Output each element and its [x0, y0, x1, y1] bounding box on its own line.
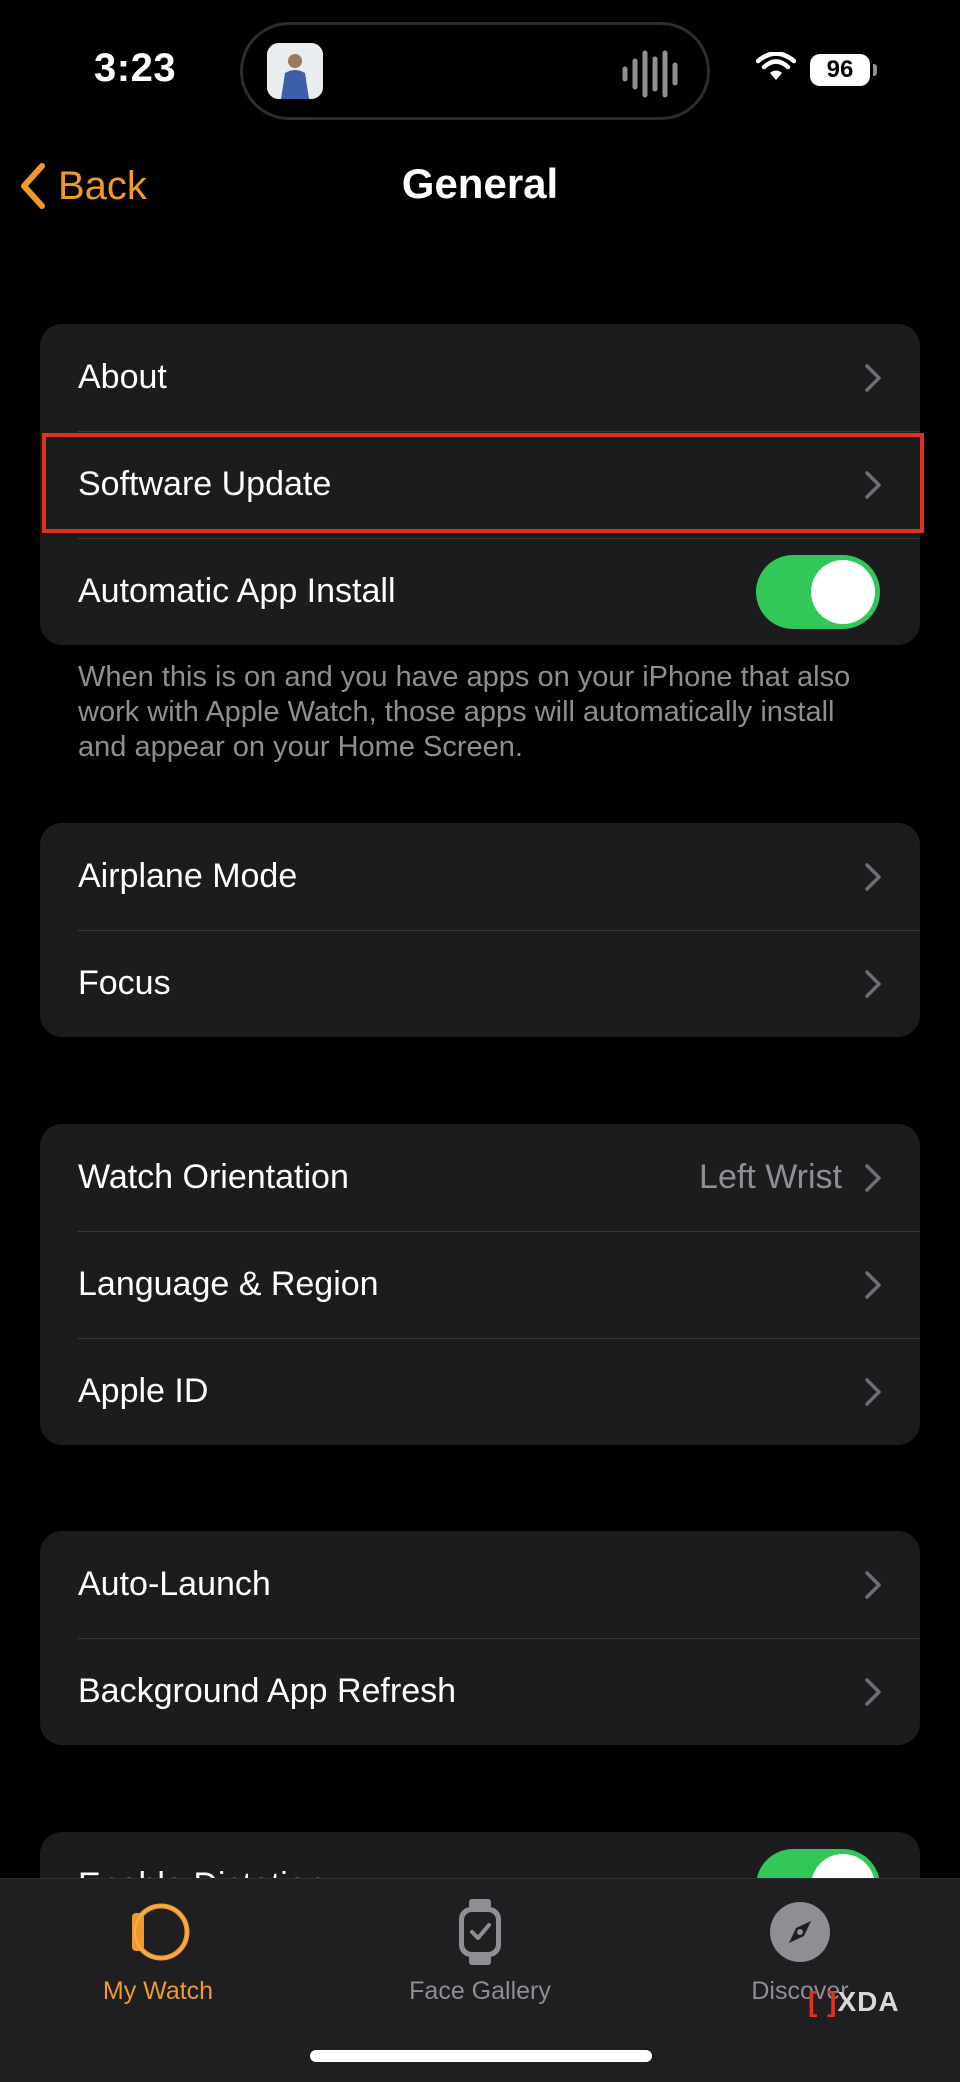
- tab-label: My Watch: [102, 1977, 214, 2005]
- row-watch-orientation[interactable]: Watch Orientation Left Wrist: [40, 1124, 920, 1231]
- tab-my-watch[interactable]: My Watch: [28, 1897, 288, 2006]
- automatic-app-install-toggle[interactable]: [756, 554, 880, 629]
- settings-group-apps: Auto-Launch Background App Refresh: [40, 1531, 920, 1745]
- row-airplane-mode[interactable]: Airplane Mode: [40, 823, 920, 930]
- row-label: Automatic App Install: [78, 572, 396, 610]
- row-label: Watch Orientation: [78, 1158, 349, 1196]
- now-playing-artwork: [267, 43, 323, 99]
- dynamic-island[interactable]: [240, 22, 710, 120]
- automatic-app-install-footnote: When this is on and you have apps on you…: [78, 661, 851, 763]
- row-about[interactable]: About: [40, 324, 920, 431]
- row-label: Software Update: [78, 465, 332, 503]
- status-icons: 96: [755, 51, 877, 87]
- row-label: Apple ID: [78, 1372, 209, 1410]
- row-automatic-app-install: Automatic App Install: [40, 538, 920, 645]
- row-label: Airplane Mode: [78, 857, 298, 895]
- chevron-right-icon: [865, 363, 881, 392]
- chevron-right-icon: [865, 1163, 881, 1192]
- settings-group-general: About Software Update Automatic App Inst…: [40, 324, 920, 645]
- row-label: Language & Region: [78, 1265, 379, 1303]
- row-label: Auto-Launch: [78, 1565, 271, 1603]
- row-auto-launch[interactable]: Auto-Launch: [40, 1531, 920, 1638]
- wifi-icon: [755, 51, 797, 87]
- xda-watermark: [ ]XDA: [808, 1986, 900, 2018]
- compass-icon: [770, 1902, 830, 1962]
- chevron-right-icon: [865, 1270, 881, 1299]
- battery-icon: 96: [810, 53, 877, 86]
- row-background-app-refresh[interactable]: Background App Refresh: [40, 1638, 920, 1745]
- chevron-right-icon: [865, 1570, 881, 1599]
- row-label: About: [78, 358, 167, 396]
- chevron-right-icon: [865, 862, 881, 891]
- row-label: Focus: [78, 964, 171, 1002]
- watch-face-icon: [459, 1899, 501, 1965]
- chevron-right-icon: [865, 470, 881, 499]
- watch-ring-icon: [132, 1903, 190, 1961]
- row-focus[interactable]: Focus: [40, 930, 920, 1037]
- audio-waveform-icon: [621, 49, 681, 104]
- row-software-update[interactable]: Software Update: [40, 431, 920, 538]
- settings-group-modes: Airplane Mode Focus: [40, 823, 920, 1037]
- tab-face-gallery[interactable]: Face Gallery: [350, 1897, 610, 2006]
- row-language-region[interactable]: Language & Region: [40, 1231, 920, 1338]
- watermark-bracket-icon: [ ]: [808, 1986, 838, 2017]
- watermark-text: XDA: [837, 1986, 900, 2017]
- status-time: 3:23: [94, 46, 177, 90]
- chevron-right-icon: [865, 1677, 881, 1706]
- chevron-right-icon: [865, 1377, 881, 1406]
- row-value: Left Wrist: [699, 1158, 842, 1196]
- row-label: Background App Refresh: [78, 1672, 457, 1710]
- tab-label: Face Gallery: [409, 1977, 551, 2005]
- battery-level: 96: [826, 55, 854, 83]
- page-title: General: [401, 160, 559, 207]
- settings-group-device: Watch Orientation Left Wrist Language & …: [40, 1124, 920, 1445]
- home-indicator[interactable]: [310, 2050, 652, 2062]
- chevron-right-icon: [865, 969, 881, 998]
- row-apple-id[interactable]: Apple ID: [40, 1338, 920, 1445]
- toggle-knob: [811, 559, 875, 624]
